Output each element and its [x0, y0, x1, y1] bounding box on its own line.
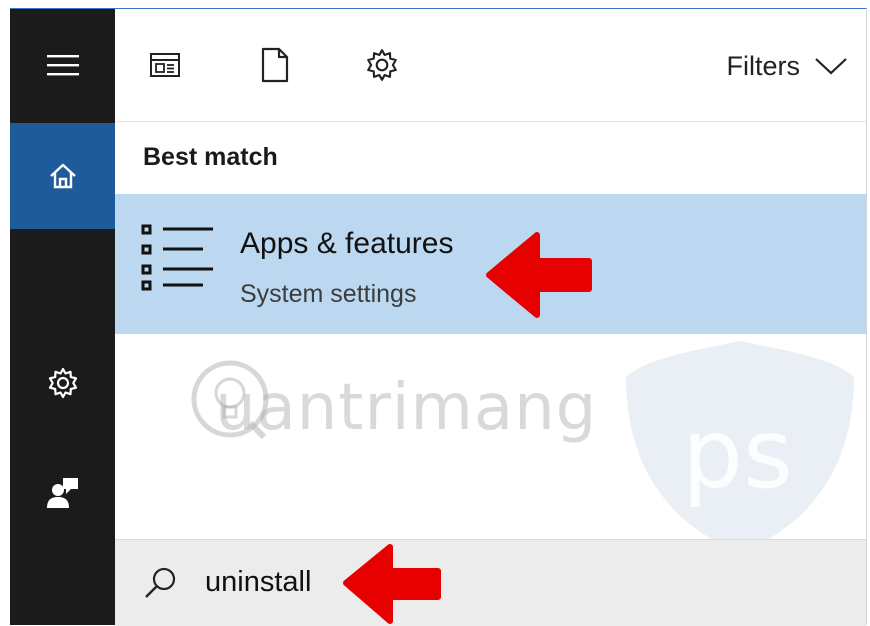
documents-icon	[261, 47, 289, 83]
home-icon	[49, 163, 76, 189]
search-icon	[145, 567, 176, 598]
chevron-down-icon	[815, 58, 847, 75]
hamburger-menu-button[interactable]	[10, 9, 115, 121]
feedback-icon	[46, 478, 78, 508]
feedback-button[interactable]	[10, 459, 115, 527]
watermark-badge-text: ps	[682, 398, 793, 510]
watermark-text: uantrimang	[215, 371, 598, 445]
result-title: Apps & features	[240, 227, 454, 260]
documents-filter-button[interactable]	[253, 43, 297, 87]
section-title-best-match: Best match	[143, 143, 278, 171]
filters-dropdown[interactable]: Filters	[727, 49, 849, 83]
apps-filter-button[interactable]	[143, 43, 187, 87]
settings-icon	[48, 367, 77, 399]
list-icon	[141, 224, 213, 291]
search-box	[115, 539, 866, 626]
hamburger-menu-icon	[46, 55, 79, 76]
left-rail	[10, 9, 115, 625]
watermark-bulb-icon	[191, 360, 269, 440]
start-menu-window: Filters uantrimang ps Best match Apps & …	[10, 8, 867, 626]
watermark-shield-badge: ps	[626, 341, 854, 553]
settings-rail-button[interactable]	[10, 349, 115, 417]
apps-icon	[150, 53, 180, 77]
settings-icon	[367, 49, 397, 81]
home-button[interactable]	[10, 123, 115, 229]
result-subtitle: System settings	[240, 280, 417, 308]
annotation-arrow	[343, 544, 441, 624]
annotation-arrow	[486, 232, 592, 318]
search-toolbar: Filters	[115, 9, 866, 122]
filters-label: Filters	[726, 50, 801, 81]
settings-filter-button[interactable]	[360, 43, 404, 87]
